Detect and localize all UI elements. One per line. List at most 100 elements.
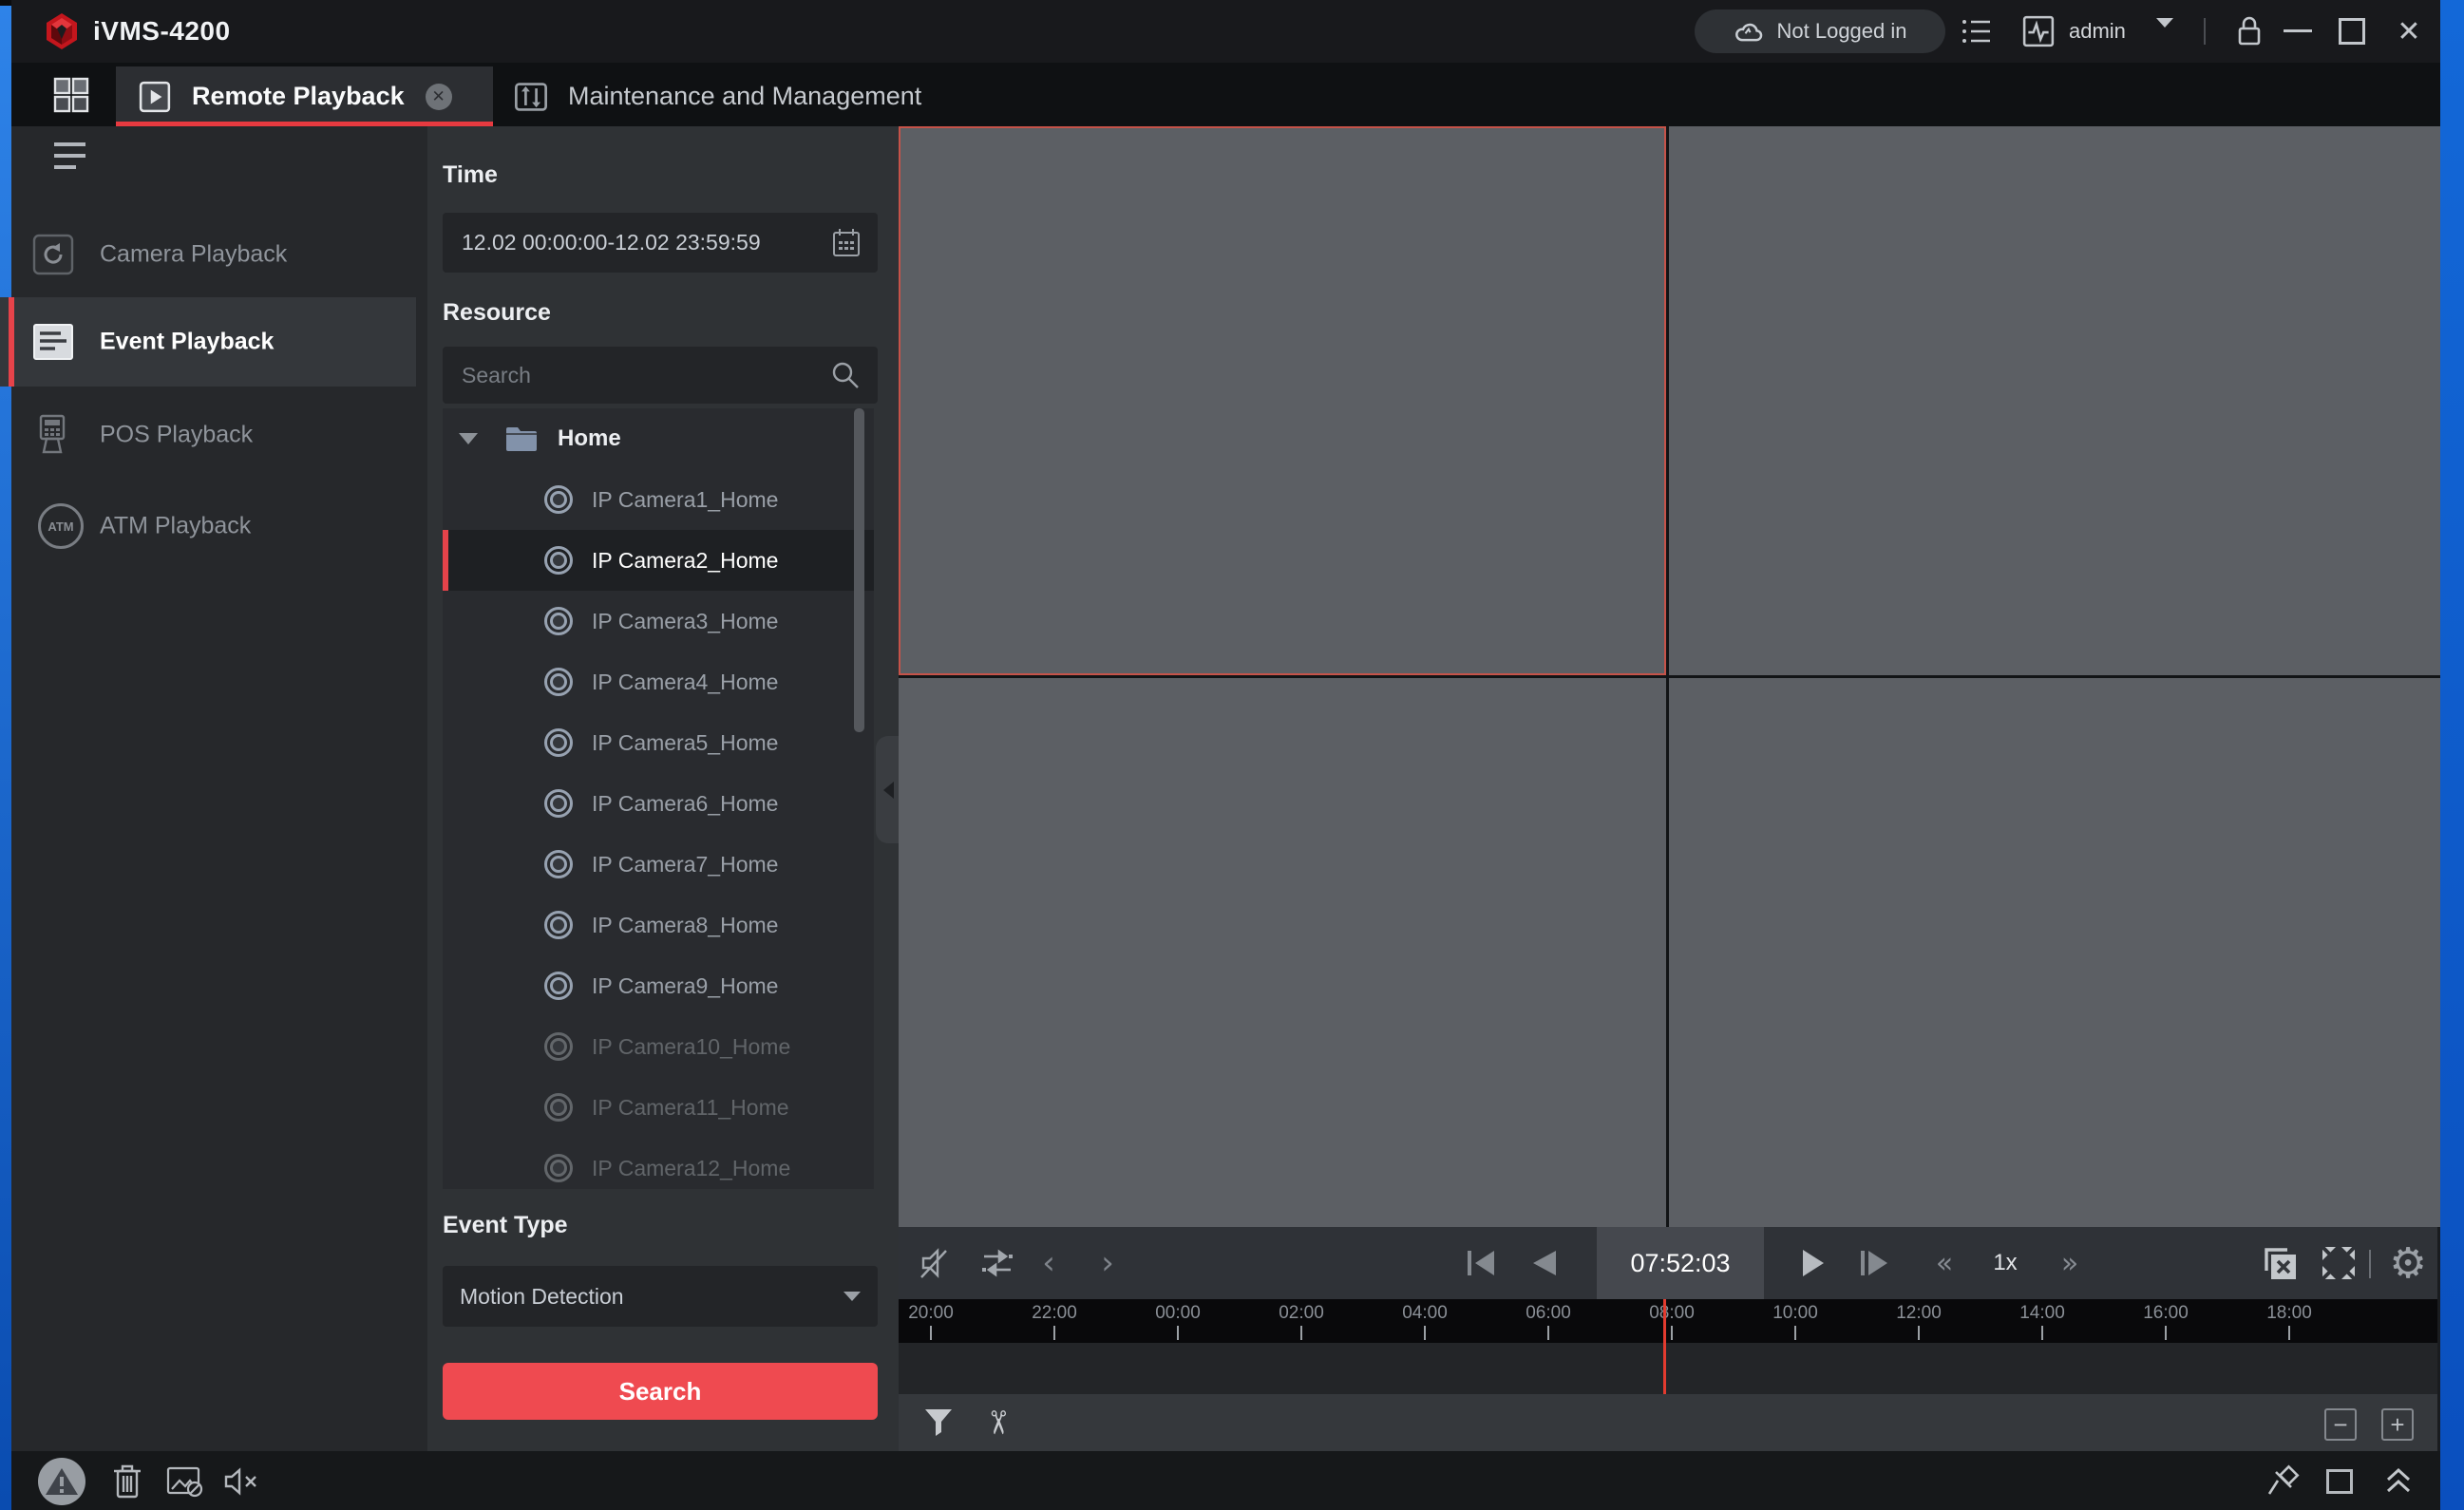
maximize-button[interactable] bbox=[2339, 18, 2365, 45]
camera-icon bbox=[544, 546, 573, 575]
sidebar-item-camera-playback[interactable]: Camera Playback bbox=[0, 223, 416, 286]
video-pane-2[interactable] bbox=[1669, 126, 2440, 675]
tree-camera-item[interactable]: IP Camera6_Home bbox=[443, 773, 874, 834]
camera-label: IP Camera12_Home bbox=[592, 1156, 790, 1181]
status-bar bbox=[11, 1451, 2440, 1510]
sidebar-item-label: Camera Playback bbox=[100, 241, 287, 269]
timeline-playhead[interactable] bbox=[1663, 1299, 1666, 1394]
frame-forward-icon[interactable] bbox=[1854, 1227, 1896, 1299]
camera-label: IP Camera2_Home bbox=[592, 548, 778, 574]
timeline-label: 02:00 bbox=[1279, 1303, 1324, 1324]
search-icon[interactable] bbox=[830, 360, 861, 390]
time-range-field[interactable] bbox=[443, 213, 878, 273]
camera-icon bbox=[544, 1154, 573, 1182]
collapse-up-icon[interactable] bbox=[2379, 1461, 2418, 1501]
camera-icon bbox=[544, 850, 573, 878]
video-pane-3[interactable] bbox=[899, 678, 1666, 1227]
user-caret-down-icon[interactable] bbox=[2156, 28, 2173, 45]
video-pane-4[interactable] bbox=[1669, 678, 2440, 1227]
timeline-label: 12:00 bbox=[1896, 1303, 1942, 1324]
window-mode-icon[interactable] bbox=[2326, 1469, 2353, 1494]
alarm-notification-icon[interactable] bbox=[38, 1458, 85, 1505]
camera-label: IP Camera9_Home bbox=[592, 973, 778, 999]
filter-icon[interactable] bbox=[921, 1406, 956, 1440]
tab-remote-playback[interactable]: Remote Playback ✕ bbox=[116, 66, 493, 126]
play-icon[interactable] bbox=[1791, 1227, 1833, 1299]
fullscreen-icon[interactable] bbox=[2316, 1227, 2361, 1299]
resource-search-input[interactable] bbox=[460, 362, 830, 389]
speed-down-icon[interactable]: « bbox=[1921, 1227, 1968, 1299]
tree-camera-item-selected[interactable]: IP Camera2_Home bbox=[443, 530, 874, 591]
tree-camera-item[interactable]: IP Camera8_Home bbox=[443, 895, 874, 955]
camera-playback-icon bbox=[32, 234, 74, 275]
system-monitor-icon[interactable] bbox=[2021, 15, 2056, 47]
audio-off-icon[interactable] bbox=[222, 1464, 262, 1499]
camera-icon bbox=[544, 911, 573, 939]
sidebar-item-pos-playback[interactable]: POS Playback bbox=[0, 404, 416, 466]
apps-grid-icon[interactable] bbox=[52, 76, 90, 114]
tree-camera-item-offline[interactable]: IP Camera10_Home bbox=[443, 1016, 874, 1077]
tab-maintenance[interactable]: Maintenance and Management bbox=[513, 66, 921, 126]
delete-icon[interactable] bbox=[108, 1463, 146, 1501]
frame-backward-icon[interactable] bbox=[1461, 1227, 1503, 1299]
tree-camera-item[interactable]: IP Camera4_Home bbox=[443, 651, 874, 712]
tree-camera-item-offline[interactable]: IP Camera12_Home bbox=[443, 1138, 874, 1189]
time-range-input[interactable] bbox=[460, 229, 832, 256]
camera-icon bbox=[544, 485, 573, 514]
stream-adjust-icon[interactable] bbox=[976, 1227, 1018, 1299]
speed-value: 1x bbox=[1981, 1227, 2029, 1299]
tree-folder-home[interactable]: Home bbox=[443, 408, 874, 469]
settings-gear-icon[interactable]: ⚙ bbox=[2382, 1227, 2434, 1299]
tree-camera-item[interactable]: IP Camera7_Home bbox=[443, 834, 874, 895]
event-list-icon[interactable] bbox=[1961, 17, 1993, 46]
playback-tab-icon bbox=[139, 81, 171, 113]
sidebar-item-event-playback[interactable]: Event Playback bbox=[0, 297, 416, 387]
playback-time-display: 07:52:03 bbox=[1597, 1227, 1764, 1299]
tree-camera-item-offline[interactable]: IP Camera11_Home bbox=[443, 1077, 874, 1138]
event-type-value: Motion Detection bbox=[460, 1284, 624, 1310]
event-type-dropdown[interactable]: Motion Detection bbox=[443, 1266, 878, 1327]
pin-icon[interactable] bbox=[2263, 1461, 2303, 1501]
video-pane-1-selected[interactable] bbox=[899, 126, 1666, 675]
reverse-play-icon[interactable] bbox=[1526, 1227, 1564, 1299]
minimize-button[interactable] bbox=[2284, 29, 2312, 32]
camera-icon bbox=[544, 1093, 573, 1122]
hamburger-menu-icon[interactable] bbox=[54, 142, 85, 169]
user-menu[interactable]: admin bbox=[2069, 0, 2126, 63]
tree-camera-item[interactable]: IP Camera9_Home bbox=[443, 955, 874, 1016]
resource-search-field[interactable] bbox=[443, 347, 878, 404]
tree-camera-item[interactable]: IP Camera3_Home bbox=[443, 591, 874, 651]
tree-scrollbar[interactable] bbox=[854, 408, 864, 732]
timeline-zoom-out-button[interactable]: − bbox=[2324, 1408, 2357, 1441]
close-button[interactable]: ✕ bbox=[2390, 0, 2428, 63]
calendar-icon[interactable] bbox=[832, 228, 861, 258]
resource-section-label: Resource bbox=[443, 299, 551, 327]
video-grid bbox=[899, 126, 2440, 1227]
sidebar-item-atm-playback[interactable]: ATM ATM Playback bbox=[0, 495, 416, 557]
event-playback-icon bbox=[32, 323, 74, 361]
lock-icon[interactable] bbox=[2232, 14, 2266, 48]
tree-camera-item[interactable]: IP Camera5_Home bbox=[443, 712, 874, 773]
camera-label: IP Camera3_Home bbox=[592, 609, 778, 634]
camera-label: IP Camera8_Home bbox=[592, 913, 778, 938]
cloud-icon bbox=[1734, 18, 1766, 45]
previous-icon[interactable]: ‹ bbox=[1030, 1227, 1068, 1299]
tree-expand-icon[interactable] bbox=[459, 433, 478, 444]
speed-up-icon[interactable]: » bbox=[2046, 1227, 2094, 1299]
cut-clip-icon[interactable]: ✂ bbox=[978, 1404, 1016, 1442]
close-tab-icon[interactable]: ✕ bbox=[426, 84, 452, 110]
no-image-icon[interactable] bbox=[165, 1464, 205, 1499]
timeline-label: 20:00 bbox=[908, 1303, 954, 1324]
timeline-zoom-in-button[interactable]: + bbox=[2381, 1408, 2414, 1441]
search-button[interactable]: Search bbox=[443, 1363, 878, 1420]
mute-icon[interactable] bbox=[916, 1227, 957, 1299]
panel-collapse-handle[interactable] bbox=[876, 736, 900, 843]
close-all-windows-icon[interactable] bbox=[2257, 1227, 2303, 1299]
timeline-ruler[interactable]: 20:00 22:00 00:00 02:00 04:00 06:00 08:0… bbox=[899, 1299, 2437, 1343]
atm-playback-icon: ATM bbox=[38, 503, 84, 549]
timeline-track[interactable] bbox=[899, 1343, 2437, 1394]
tree-camera-item[interactable]: IP Camera1_Home bbox=[443, 469, 874, 530]
next-icon[interactable]: › bbox=[1089, 1227, 1127, 1299]
login-status-button[interactable]: Not Logged in bbox=[1695, 9, 1945, 53]
timeline-label: 16:00 bbox=[2143, 1303, 2189, 1324]
